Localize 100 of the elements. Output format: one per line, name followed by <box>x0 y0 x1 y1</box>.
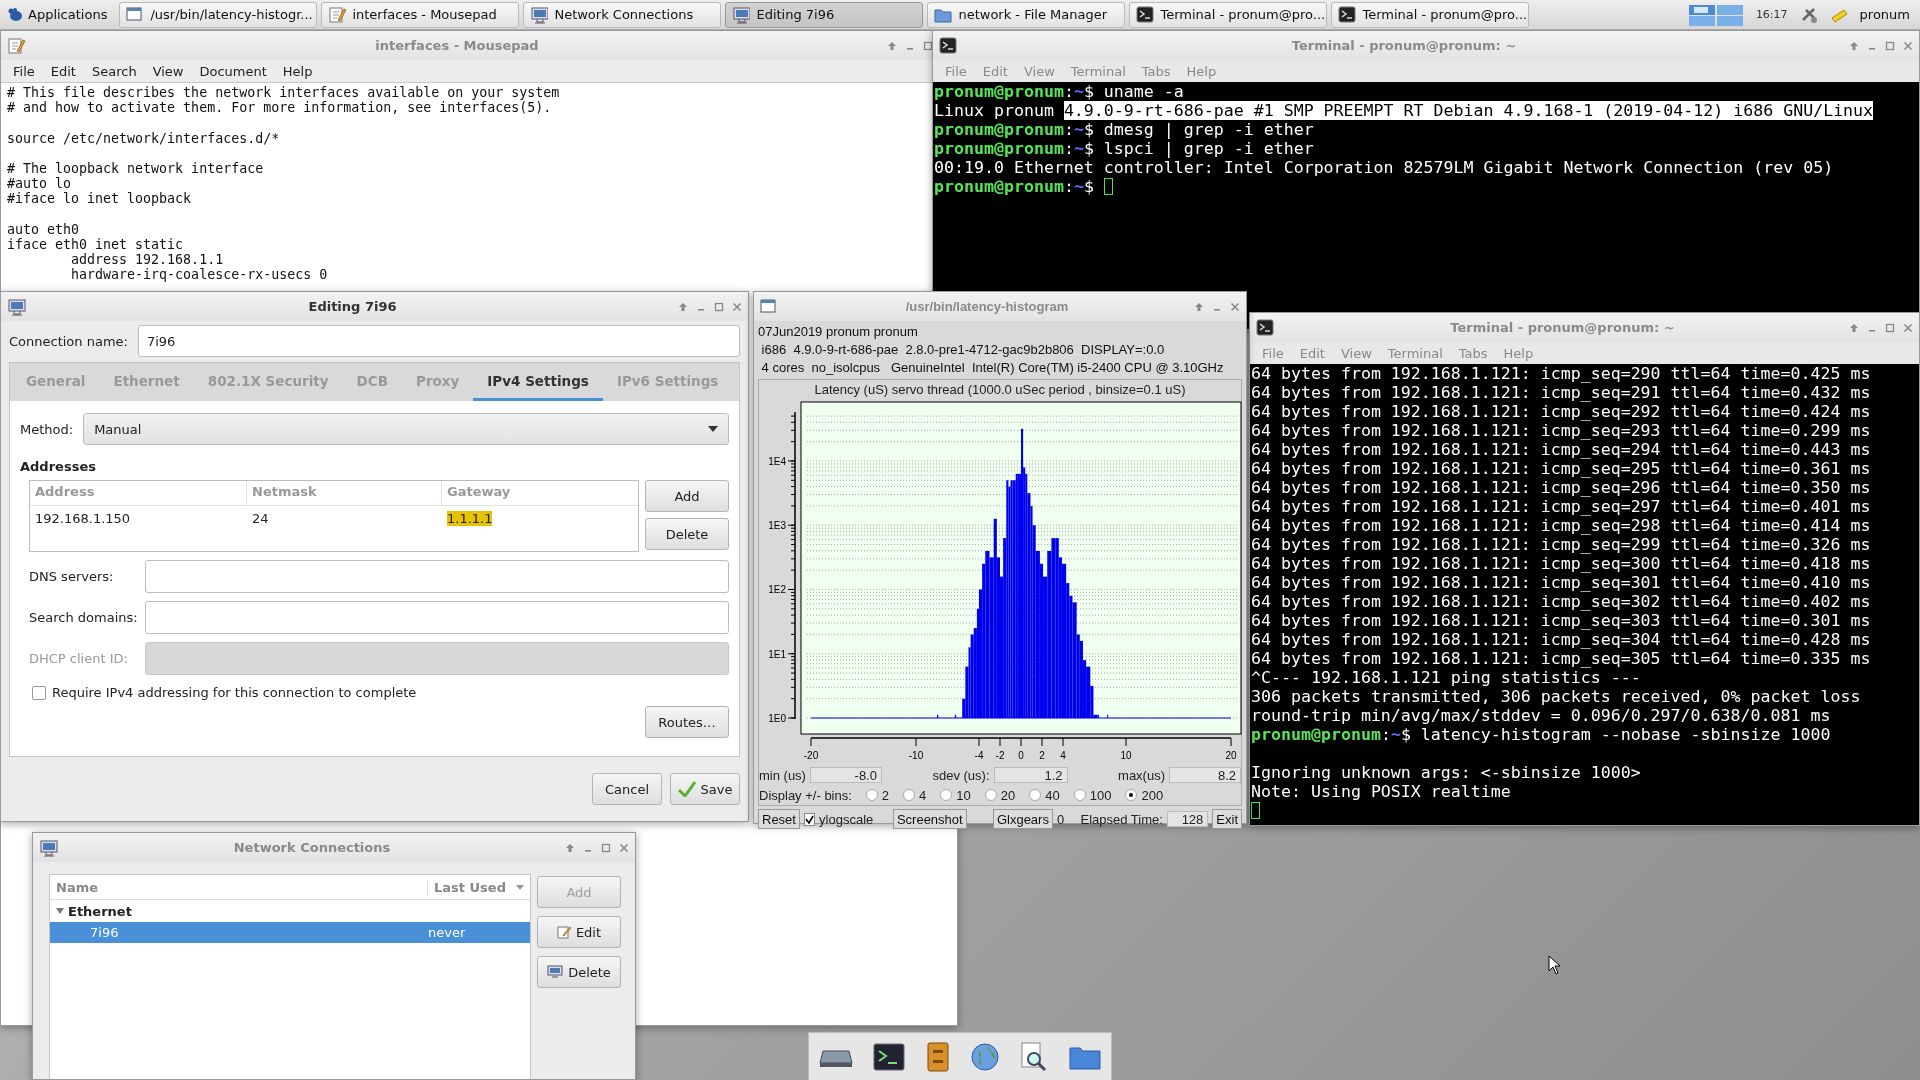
taskbar-button[interactable]: network - File Manager <box>927 1 1126 28</box>
window-shade-icon[interactable] <box>565 842 575 853</box>
magnifier-icon[interactable] <box>1020 1041 1049 1072</box>
terminal-icon[interactable] <box>1256 318 1276 337</box>
table-cell[interactable]: 24 <box>252 510 269 526</box>
terminal-line: ^C--- 192.168.1.121 ping statistics --- <box>1251 668 1642 687</box>
field-label: DNS servers: <box>29 569 115 584</box>
taskbar-button[interactable]: interfaces - Mousepad <box>321 1 520 28</box>
menu-item[interactable]: Document <box>191 63 275 79</box>
radio-button[interactable] <box>903 789 916 801</box>
column-header[interactable]: Name <box>50 879 428 895</box>
maximize-icon[interactable] <box>601 842 611 853</box>
window-shade-icon[interactable] <box>887 40 897 51</box>
tab[interactable]: IPv4 Settings <box>473 363 603 401</box>
terminal-icon[interactable] <box>873 1042 906 1071</box>
text-line: address 192.168.1.1 <box>70 252 225 268</box>
menu-item[interactable]: Help <box>274 63 321 79</box>
maximize-icon[interactable] <box>1885 322 1895 333</box>
reset-button[interactable]: Reset <box>758 809 800 829</box>
monitor-icon <box>547 965 564 979</box>
window-shade-icon[interactable] <box>1849 322 1859 333</box>
terminal-line: 64 bytes from 192.168.1.121: icmp_seq=294 ttl=64 time=0.443 ms <box>1251 440 1872 459</box>
save-button[interactable]: Save <box>670 773 740 805</box>
field-label: min (us) <box>759 767 806 783</box>
workspace-switcher-icon[interactable] <box>1687 2 1744 27</box>
axis-label: 0 <box>1018 750 1024 761</box>
axis-label: 20 <box>1225 750 1237 761</box>
maximize-icon[interactable] <box>923 40 933 51</box>
window-shade-icon[interactable] <box>1849 40 1859 51</box>
terminal-line: 64 bytes from 192.168.1.121: icmp_seq=305 ttl=64 time=0.335 ms <box>1251 649 1872 668</box>
globe-icon[interactable] <box>970 1041 1001 1072</box>
cancel-button[interactable]: Cancel <box>592 773 662 805</box>
terminal-line: pronum@pronum:~$ dmesg | grep -i ether <box>934 120 1315 139</box>
info-text: i686 4.9.0-9-rt-686-pae 2.8.0-pre1-4712-gac9b2b806 DISPLAY=:0.0 <box>760 341 1166 359</box>
notepad-icon[interactable] <box>7 36 27 55</box>
delete-button[interactable]: Delete <box>537 956 621 988</box>
input-field[interactable] <box>145 560 729 593</box>
window-shade-icon[interactable] <box>1194 301 1204 312</box>
monitor-icon <box>530 5 549 24</box>
radio-button[interactable] <box>1125 789 1138 801</box>
input-field[interactable] <box>145 601 729 634</box>
terminal-line: pronum@pronum:~$ lspci | grep -i ether <box>934 139 1315 158</box>
table-cell[interactable]: 192.168.1.150 <box>35 510 131 526</box>
address-button[interactable]: Add <box>645 480 729 512</box>
edit-button[interactable]: Edit <box>537 916 621 948</box>
radio-button[interactable] <box>940 789 953 801</box>
maximize-icon[interactable] <box>714 301 724 312</box>
window-shade-icon[interactable] <box>678 301 688 312</box>
menu-item[interactable]: Search <box>83 63 145 79</box>
info-text: 4 cores no_isolcpus GenuineIntel Intel(R) Core(TM) i5-2400 CPU @ 3.10GHz <box>760 359 1225 377</box>
maximize-icon[interactable] <box>1885 40 1895 51</box>
radio-label: 10 <box>956 787 971 803</box>
radio-button[interactable] <box>865 789 878 801</box>
menu-item[interactable]: View <box>144 63 192 79</box>
menu-item[interactable]: File <box>5 63 43 79</box>
address-button[interactable]: Delete <box>645 518 729 550</box>
field-label: DHCP client ID: <box>29 651 129 666</box>
window-title: Editing 7i96 <box>307 299 398 314</box>
routes-button[interactable]: Routes… <box>645 706 729 738</box>
terminal-line: 64 bytes from 192.168.1.121: icmp_seq=295 ttl=64 time=0.361 ms <box>1251 459 1872 478</box>
text-line: #iface lo inet loopback <box>7 191 193 207</box>
column-header[interactable]: Last Used <box>428 879 530 895</box>
window-title: Terminal - pronum@pronum: ~ <box>1449 320 1676 335</box>
method-dropdown[interactable]: Manual <box>83 413 729 445</box>
radio-button[interactable] <box>1029 789 1042 801</box>
radio-button[interactable] <box>1073 789 1086 801</box>
cabinet-icon[interactable] <box>925 1041 950 1072</box>
monitor-icon[interactable] <box>39 838 59 857</box>
terminal-icon[interactable] <box>939 36 959 55</box>
chart-title: Latency (uS) servo thread (1000.0 uSec period , binsize=0.1 uS) <box>813 381 1187 399</box>
screenshot-button[interactable]: Screenshot <box>892 809 967 829</box>
radio-label: 4 <box>919 787 927 803</box>
terminal-line: 64 bytes from 192.168.1.121: icmp_seq=303 ttl=64 time=0.301 ms <box>1251 611 1872 630</box>
terminal-line: pronum@pronum:~$ uname -a <box>934 82 1185 101</box>
taskbar-button[interactable]: Terminal - pronum@pro... <box>1129 1 1328 28</box>
glxgears-button[interactable]: Glxgears <box>992 809 1053 829</box>
taskbar-button[interactable]: /usr/bin/latency-histogr... <box>119 1 318 28</box>
info-text: 07Jun2019 pronum pronum <box>758 323 919 341</box>
caret-icon <box>515 884 524 890</box>
exit-button[interactable]: Exit <box>1212 809 1242 829</box>
taskbar-button[interactable]: Editing 7i96 <box>725 1 924 28</box>
monitor-icon[interactable] <box>7 297 27 316</box>
axis-label: -10 <box>908 750 924 761</box>
terminal-line: pronum@pronum:~$ <box>934 177 1919 196</box>
menu-item[interactable]: Edit <box>42 63 84 79</box>
monitor-icon <box>732 5 751 24</box>
connection-name-field[interactable]: 7i96 <box>137 325 740 357</box>
checkbox[interactable] <box>803 812 816 826</box>
group-row[interactable]: Ethernet <box>50 900 530 922</box>
applications-menu-button[interactable]: Applications <box>4 1 116 28</box>
terminal-line: 64 bytes from 192.168.1.121: icmp_seq=299 ttl=64 time=0.326 ms <box>1251 535 1872 554</box>
radio-button[interactable] <box>984 789 997 801</box>
table-cell[interactable]: 1.1.1.1 <box>447 510 493 526</box>
checkbox[interactable] <box>32 685 46 700</box>
axis-label: 1E4 <box>768 456 786 467</box>
checkbox-label: ylogscale <box>819 811 874 827</box>
section-heading: Addresses <box>20 459 97 474</box>
field-label: sdev (us): <box>932 767 990 783</box>
taskbar-button[interactable]: Terminal - pronum@pro... <box>1331 1 1530 28</box>
taskbar-button[interactable]: Network Connections <box>523 1 722 28</box>
